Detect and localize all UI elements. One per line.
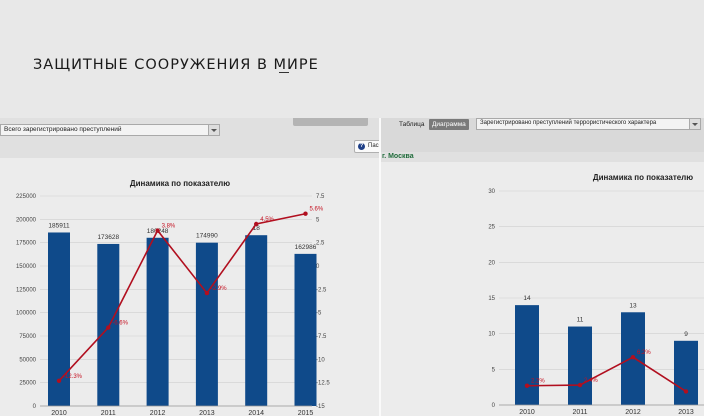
chart-bar (515, 305, 539, 405)
bar-value-label: 9 (684, 331, 688, 338)
tab-chart[interactable]: Диаграмма (429, 119, 469, 130)
y2-tick-label: 0 (316, 264, 320, 270)
y2-tick-label: -7.5 (316, 334, 327, 340)
x-tick-label: 2011 (101, 410, 116, 416)
y2-tick-label: 2.5 (316, 241, 325, 247)
y-tick-label: 100000 (16, 311, 37, 317)
change-point (630, 355, 636, 360)
y2-tick-label: -5 (316, 311, 322, 317)
x-tick-label: 2013 (678, 409, 694, 416)
x-tick-label: 2010 (519, 409, 535, 416)
bar-value-label: 11 (577, 317, 584, 324)
chevron-down-icon[interactable] (208, 125, 219, 135)
change-point (577, 382, 583, 388)
right-chart-area: Динамика по показателю 0 5 10 15 20 25 30 14 201… (381, 162, 704, 416)
y-tick-label: 0 (492, 403, 496, 409)
y-tick-label: 30 (488, 189, 495, 195)
region-label: г. Москва (382, 153, 414, 160)
left-chart: Динамика по показателю 0 25000 50000 75000 1… (16, 179, 330, 416)
y2-tick-label: -10 (316, 357, 325, 363)
change-point (303, 211, 308, 216)
change-label: -2.9% (211, 286, 227, 292)
x-tick-label: 2012 (625, 409, 641, 416)
x-tick-label: 2010 (51, 410, 67, 416)
change-label: -12.3% (63, 374, 83, 380)
change-point (524, 383, 530, 388)
change-label: 5.6% (310, 207, 324, 213)
y2-tick-label: -15 (316, 404, 325, 410)
passport-button[interactable]: ? Пас (354, 140, 379, 153)
y2-tick-label: 5 (316, 217, 320, 223)
change-point (106, 325, 111, 330)
bar-value-label: 174990 (196, 233, 218, 240)
y-tick-label: 200000 (16, 217, 37, 223)
y-tick-label: 175000 (16, 241, 37, 247)
chart-title: Динамика по показателю (593, 173, 693, 182)
change-line (526, 356, 687, 393)
passport-button-label: Пас (368, 143, 379, 149)
x-tick-label: 2015 (298, 410, 314, 416)
y-tick-label: 75000 (19, 334, 36, 340)
bar-value-label: 162986 (295, 244, 317, 251)
bar-value-label: 173628 (97, 234, 119, 241)
change-line (58, 212, 306, 382)
page-header: ЗАЩИТНЫЕ СООРУЖЕНИЯ В МИРЕ (0, 0, 704, 118)
y2-tick-label: -2.5 (316, 287, 327, 293)
chart-title: Динамика по показателю (130, 179, 230, 188)
indicator-select-right[interactable]: Зарегистрировано преступлений террористи… (476, 118, 701, 130)
right-toolbar: Таблица Диаграмма Зарегистрировано прест… (381, 118, 704, 160)
y-tick-label: 25000 (19, 381, 36, 387)
y-tick-label: 20 (488, 260, 495, 266)
change-point (254, 221, 259, 227)
y-tick-label: 150000 (16, 264, 37, 270)
y-tick-label: 225000 (16, 194, 37, 200)
change-label: 2.2% (531, 379, 545, 385)
indicator-select-right-value: Зарегистрировано преступлений террористи… (480, 120, 657, 126)
bar-value-label: 13 (629, 302, 637, 309)
bar-value-label: 185911 (48, 222, 70, 229)
y-tick-label: 50000 (19, 357, 36, 363)
y2-tick-label: 7.5 (316, 194, 325, 200)
chart-bar (245, 235, 268, 406)
change-point (683, 389, 689, 394)
x-tick-label: 2014 (248, 410, 264, 416)
change-label: 6.2% (637, 350, 651, 356)
change-point (204, 290, 210, 296)
y-tick-label: 0 (33, 404, 37, 410)
right-panel: Таблица Диаграмма Зарегистрировано прест… (381, 118, 704, 416)
info-icon: ? (358, 143, 365, 150)
indicator-select[interactable]: Всего зарегистрировано преступлений (0, 124, 220, 136)
left-chart-area: Динамика по показателю 0 25000 50000 75000 1… (0, 158, 379, 416)
y2-tick-label: -12.5 (316, 381, 330, 387)
change-label: 4.5% (260, 217, 274, 223)
change-point (56, 378, 62, 383)
chevron-down-icon[interactable] (689, 119, 700, 129)
y-tick-label: 5 (492, 367, 496, 373)
y-tick-label: 10 (488, 332, 495, 338)
title-underline (279, 72, 289, 73)
left-panel: Всего зарегистрировано преступлений ? Па… (0, 118, 379, 416)
x-tick-label: 2012 (150, 410, 166, 416)
y-tick-label: 15 (488, 296, 495, 302)
x-tick-label: 2013 (199, 410, 215, 416)
chart-bar (568, 326, 592, 405)
change-label: 3.8% (162, 224, 176, 230)
indicator-select-value: Всего зарегистрировано преступлений (4, 126, 122, 133)
bar-value-label: 14 (523, 295, 531, 302)
change-label: 2.4% (584, 378, 598, 384)
left-panel-tab[interactable] (293, 118, 368, 126)
chart-bar (195, 242, 218, 406)
right-chart: Динамика по показателю 0 5 10 15 20 25 30 14 201… (488, 173, 704, 416)
change-label: -6.6% (112, 321, 128, 327)
chart-bar (146, 237, 169, 406)
y-tick-label: 25 (488, 225, 495, 231)
y-tick-label: 125000 (16, 287, 37, 293)
chart-bar (294, 253, 317, 406)
change-point (155, 228, 160, 233)
tab-table[interactable]: Таблица (396, 119, 428, 130)
page-title: ЗАЩИТНЫЕ СООРУЖЕНИЯ В МИРЕ (33, 57, 319, 73)
chart-bar (674, 340, 698, 405)
x-tick-label: 2011 (572, 409, 587, 416)
